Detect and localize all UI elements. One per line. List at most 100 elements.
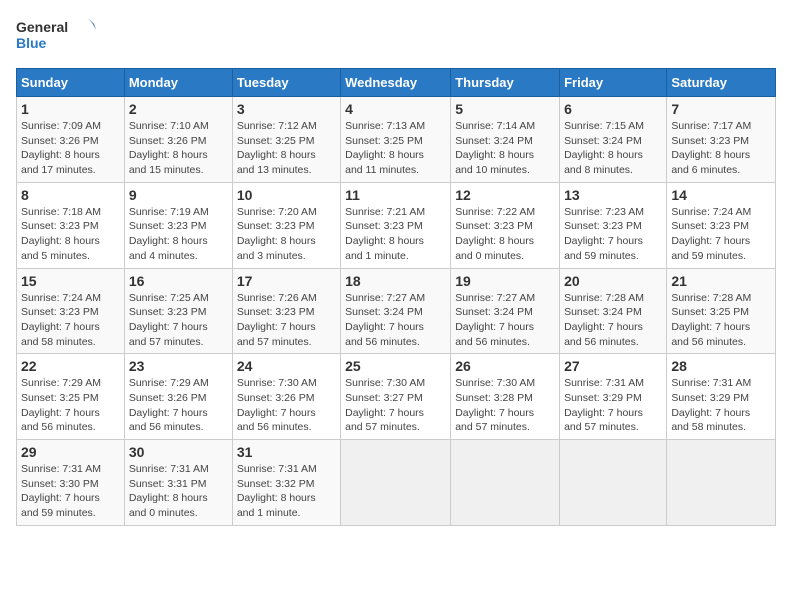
calendar-row-1: 1 Sunrise: 7:09 AMSunset: 3:26 PMDaylight… xyxy=(17,97,776,183)
calendar-cell: 22Sunrise: 7:29 AMSunset: 3:25 PMDayligh… xyxy=(17,354,125,440)
day-info: Sunrise: 7:13 AMSunset: 3:25 PMDaylight:… xyxy=(345,119,446,178)
day-number: 14 xyxy=(671,187,771,203)
calendar-body: 1 Sunrise: 7:09 AMSunset: 3:26 PMDaylight… xyxy=(17,97,776,526)
calendar-cell xyxy=(451,440,560,526)
day-number: 28 xyxy=(671,358,771,374)
calendar-cell: 25 Sunrise: 7:30 AMSunset: 3:27 PMDayligh… xyxy=(341,354,451,440)
day-info: Sunrise: 7:21 AMSunset: 3:23 PMDaylight:… xyxy=(345,205,446,264)
day-number: 29 xyxy=(21,444,120,460)
day-number: 31 xyxy=(237,444,336,460)
calendar-cell: 30 Sunrise: 7:31 AMSunset: 3:31 PMDayligh… xyxy=(124,440,232,526)
calendar-cell: 11 Sunrise: 7:21 AMSunset: 3:23 PMDayligh… xyxy=(341,182,451,268)
calendar-cell: 5Sunrise: 7:14 AMSunset: 3:24 PMDaylight… xyxy=(451,97,560,183)
calendar-cell: 14Sunrise: 7:24 AMSunset: 3:23 PMDayligh… xyxy=(667,182,776,268)
day-info: Sunrise: 7:25 AMSunset: 3:23 PMDaylight:… xyxy=(129,291,228,350)
calendar-cell: 3 Sunrise: 7:12 AMSunset: 3:25 PMDaylight… xyxy=(232,97,340,183)
col-friday: Friday xyxy=(560,69,667,97)
day-number: 6 xyxy=(564,101,662,117)
calendar-cell xyxy=(341,440,451,526)
day-number: 12 xyxy=(455,187,555,203)
page-header: General Blue xyxy=(16,16,776,60)
day-number: 26 xyxy=(455,358,555,374)
day-number: 10 xyxy=(237,187,336,203)
day-number: 9 xyxy=(129,187,228,203)
day-info: Sunrise: 7:30 AMSunset: 3:26 PMDaylight:… xyxy=(237,376,336,435)
day-info: Sunrise: 7:10 AMSunset: 3:26 PMDaylight:… xyxy=(129,119,228,178)
calendar-row-2: 8 Sunrise: 7:18 AMSunset: 3:23 PMDaylight… xyxy=(17,182,776,268)
day-info: Sunrise: 7:18 AMSunset: 3:23 PMDaylight:… xyxy=(21,205,120,264)
day-number: 24 xyxy=(237,358,336,374)
col-wednesday: Wednesday xyxy=(341,69,451,97)
day-info: Sunrise: 7:24 AMSunset: 3:23 PMDaylight:… xyxy=(21,291,120,350)
day-info: Sunrise: 7:27 AMSunset: 3:24 PMDaylight:… xyxy=(455,291,555,350)
day-info: Sunrise: 7:30 AMSunset: 3:28 PMDaylight:… xyxy=(455,376,555,435)
calendar-header: Sunday Monday Tuesday Wednesday Thursday… xyxy=(17,69,776,97)
day-number: 2 xyxy=(129,101,228,117)
calendar-cell: 19 Sunrise: 7:27 AMSunset: 3:24 PMDayligh… xyxy=(451,268,560,354)
calendar-cell: 23Sunrise: 7:29 AMSunset: 3:26 PMDayligh… xyxy=(124,354,232,440)
calendar-cell xyxy=(560,440,667,526)
calendar-cell: 8 Sunrise: 7:18 AMSunset: 3:23 PMDaylight… xyxy=(17,182,125,268)
day-number: 27 xyxy=(564,358,662,374)
svg-text:Blue: Blue xyxy=(16,35,47,51)
day-number: 7 xyxy=(671,101,771,117)
calendar-cell: 12 Sunrise: 7:22 AMSunset: 3:23 PMDayligh… xyxy=(451,182,560,268)
day-number: 1 xyxy=(21,101,120,117)
col-thursday: Thursday xyxy=(451,69,560,97)
day-number: 25 xyxy=(345,358,446,374)
day-number: 23 xyxy=(129,358,228,374)
day-info: Sunrise: 7:31 AMSunset: 3:31 PMDaylight:… xyxy=(129,462,228,521)
day-info: Sunrise: 7:31 AMSunset: 3:30 PMDaylight:… xyxy=(21,462,120,521)
day-info: Sunrise: 7:12 AMSunset: 3:25 PMDaylight:… xyxy=(237,119,336,178)
header-row: Sunday Monday Tuesday Wednesday Thursday… xyxy=(17,69,776,97)
calendar-cell: 1 Sunrise: 7:09 AMSunset: 3:26 PMDaylight… xyxy=(17,97,125,183)
logo: General Blue xyxy=(16,16,96,60)
day-info: Sunrise: 7:15 AMSunset: 3:24 PMDaylight:… xyxy=(564,119,662,178)
day-number: 3 xyxy=(237,101,336,117)
day-info: Sunrise: 7:28 AMSunset: 3:25 PMDaylight:… xyxy=(671,291,771,350)
day-number: 4 xyxy=(345,101,446,117)
day-info: Sunrise: 7:29 AMSunset: 3:25 PMDaylight:… xyxy=(21,376,120,435)
day-info: Sunrise: 7:27 AMSunset: 3:24 PMDaylight:… xyxy=(345,291,446,350)
calendar-cell: 28 Sunrise: 7:31 AMSunset: 3:29 PMDayligh… xyxy=(667,354,776,440)
day-number: 20 xyxy=(564,273,662,289)
day-info: Sunrise: 7:19 AMSunset: 3:23 PMDaylight:… xyxy=(129,205,228,264)
calendar-cell: 10 Sunrise: 7:20 AMSunset: 3:23 PMDayligh… xyxy=(232,182,340,268)
col-saturday: Saturday xyxy=(667,69,776,97)
day-info: Sunrise: 7:30 AMSunset: 3:27 PMDaylight:… xyxy=(345,376,446,435)
day-number: 11 xyxy=(345,187,446,203)
calendar-cell: 18Sunrise: 7:27 AMSunset: 3:24 PMDayligh… xyxy=(341,268,451,354)
calendar-row-5: 29 Sunrise: 7:31 AMSunset: 3:30 PMDayligh… xyxy=(17,440,776,526)
day-info: Sunrise: 7:31 AMSunset: 3:29 PMDaylight:… xyxy=(564,376,662,435)
day-info: Sunrise: 7:09 AMSunset: 3:26 PMDaylight:… xyxy=(21,119,120,178)
calendar-cell: 29 Sunrise: 7:31 AMSunset: 3:30 PMDayligh… xyxy=(17,440,125,526)
day-number: 30 xyxy=(129,444,228,460)
calendar-cell xyxy=(667,440,776,526)
calendar-cell: 27 Sunrise: 7:31 AMSunset: 3:29 PMDayligh… xyxy=(560,354,667,440)
calendar-cell: 4 Sunrise: 7:13 AMSunset: 3:25 PMDaylight… xyxy=(341,97,451,183)
day-info: Sunrise: 7:20 AMSunset: 3:23 PMDaylight:… xyxy=(237,205,336,264)
calendar-table: Sunday Monday Tuesday Wednesday Thursday… xyxy=(16,68,776,526)
day-number: 17 xyxy=(237,273,336,289)
calendar-cell: 17 Sunrise: 7:26 AMSunset: 3:23 PMDayligh… xyxy=(232,268,340,354)
calendar-cell: 24 Sunrise: 7:30 AMSunset: 3:26 PMDayligh… xyxy=(232,354,340,440)
logo-icon: General Blue xyxy=(16,16,96,60)
day-info: Sunrise: 7:26 AMSunset: 3:23 PMDaylight:… xyxy=(237,291,336,350)
col-monday: Monday xyxy=(124,69,232,97)
calendar-cell: 31 Sunrise: 7:31 AMSunset: 3:32 PMDayligh… xyxy=(232,440,340,526)
day-info: Sunrise: 7:31 AMSunset: 3:32 PMDaylight:… xyxy=(237,462,336,521)
col-tuesday: Tuesday xyxy=(232,69,340,97)
day-info: Sunrise: 7:31 AMSunset: 3:29 PMDaylight:… xyxy=(671,376,771,435)
calendar-cell: 13Sunrise: 7:23 AMSunset: 3:23 PMDayligh… xyxy=(560,182,667,268)
calendar-cell: 2 Sunrise: 7:10 AMSunset: 3:26 PMDaylight… xyxy=(124,97,232,183)
day-info: Sunrise: 7:23 AMSunset: 3:23 PMDaylight:… xyxy=(564,205,662,264)
calendar-cell: 21Sunrise: 7:28 AMSunset: 3:25 PMDayligh… xyxy=(667,268,776,354)
day-info: Sunrise: 7:22 AMSunset: 3:23 PMDaylight:… xyxy=(455,205,555,264)
day-number: 19 xyxy=(455,273,555,289)
calendar-cell: 16Sunrise: 7:25 AMSunset: 3:23 PMDayligh… xyxy=(124,268,232,354)
day-number: 8 xyxy=(21,187,120,203)
day-info: Sunrise: 7:28 AMSunset: 3:24 PMDaylight:… xyxy=(564,291,662,350)
svg-text:General: General xyxy=(16,19,68,35)
calendar-cell: 15Sunrise: 7:24 AMSunset: 3:23 PMDayligh… xyxy=(17,268,125,354)
calendar-row-4: 22Sunrise: 7:29 AMSunset: 3:25 PMDayligh… xyxy=(17,354,776,440)
